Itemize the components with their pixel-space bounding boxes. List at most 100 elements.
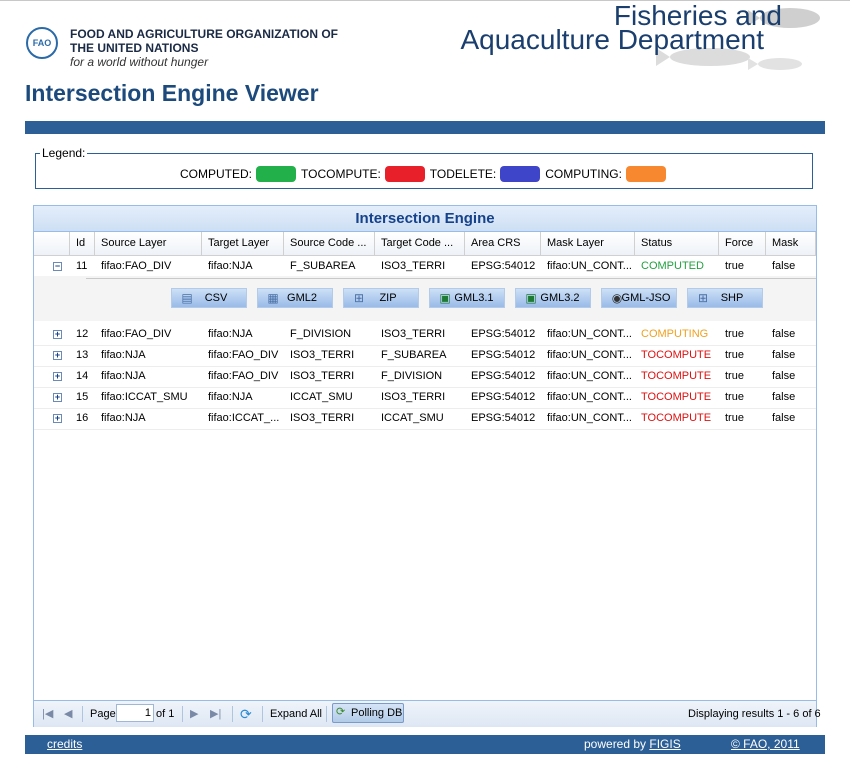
legend-label: COMPUTING: [545, 167, 622, 181]
column-header[interactable]: Status [635, 232, 719, 255]
intersection-engine-panel: Intersection Engine Id Source Layer Target… [33, 205, 821, 727]
cell-tcode: ISO3_TERRI [381, 328, 446, 340]
fao-logo: FAO [26, 27, 58, 59]
cell-tcode: ICCAT_SMU [381, 412, 444, 424]
collapse-row-icon[interactable]: − [53, 262, 62, 271]
toolbar-separator [326, 706, 327, 722]
expand-all-button[interactable]: Expand All [270, 706, 322, 722]
cell-mask: false [772, 391, 796, 403]
legend-swatch [256, 166, 296, 182]
prev-page-icon[interactable]: ◀ [64, 706, 72, 722]
column-header[interactable]: Source Code ... [284, 232, 375, 255]
table-row[interactable]: +15 fifao:ICCAT_SMU fifao:NJA ICCAT_SMU ISO3… [34, 387, 816, 409]
cell-crs: EPSG:54012 [471, 370, 536, 382]
expand-row-icon[interactable]: + [53, 351, 62, 360]
cell-source: fifao:FAO_DIV [101, 328, 172, 340]
legend-items: COMPUTED: TOCOMPUTE: TODELETE: COMPUTING: [180, 166, 671, 182]
download-gml3-2-button[interactable]: ▣ GML3.2 [515, 288, 591, 308]
next-page-icon[interactable]: ▶ [190, 706, 198, 722]
table-row[interactable]: +16 fifao:NJA fifao:ICCAT_... ISO3_TERRI ICC… [34, 408, 816, 430]
column-header[interactable]: Mask Layer [541, 232, 635, 255]
cell-target: fifao:NJA [208, 260, 253, 272]
download-label: CSV [204, 292, 228, 304]
polling-icon: ⟳ [336, 706, 346, 718]
download-label: GML3.1 [454, 292, 494, 304]
column-header[interactable]: Source Layer [95, 232, 202, 255]
cell-force: true [725, 370, 744, 382]
paging-toolbar: |◀ ◀ Page of 1 ▶ ▶| ⟳ Expand All ⟳ Polli… [34, 700, 821, 727]
download-zip-button[interactable]: ⊞ ZIP [343, 288, 419, 308]
cell-mask: false [772, 349, 796, 361]
org-tagline: for a world without hunger [70, 55, 209, 69]
row-expander-downloads: ▤ CSV ▦ GML2 ⊞ ZIP ▣ GML3.1 ▣ GML3.2 ◉ GML-JSO ⊞ SHP [34, 276, 816, 321]
table-row[interactable]: +14 fifao:NJA fifao:FAO_DIV ISO3_TERRI F_DIV… [34, 366, 816, 388]
legend-box: Legend: COMPUTED: TOCOMPUTE: TODELETE: COMP… [35, 146, 813, 189]
displaying-results: Displaying results 1 - 6 of 6 [688, 708, 821, 720]
legend-item: TODELETE: [430, 166, 541, 182]
table-row[interactable]: +12 fifao:FAO_DIV fifao:NJA F_DIVISION ISO3_… [34, 324, 816, 346]
cell-tcode: F_SUBAREA [381, 349, 447, 361]
cell-target: fifao:NJA [208, 328, 253, 340]
credits-link[interactable]: credits [47, 735, 82, 754]
copyright-link[interactable]: © FAO, 2011 [731, 735, 800, 754]
column-header[interactable]: Target Code ... [375, 232, 465, 255]
cell-crs: EPSG:54012 [471, 328, 536, 340]
expand-row-icon[interactable]: + [53, 372, 62, 381]
cell-status: TOCOMPUTE [641, 391, 712, 403]
cell-source: fifao:FAO_DIV [101, 260, 172, 272]
cell-mask: false [772, 370, 796, 382]
download-label: GML2 [287, 292, 317, 304]
cell-scode: ISO3_TERRI [290, 349, 355, 361]
table-row[interactable]: +13 fifao:NJA fifao:FAO_DIV ISO3_TERRI F_SUB… [34, 345, 816, 367]
legend-swatch [500, 166, 541, 182]
legend-title: Legend: [40, 146, 88, 160]
expand-row-icon[interactable]: + [53, 414, 62, 423]
download-csv-button[interactable]: ▤ CSV [171, 288, 247, 308]
expand-row-icon[interactable]: + [53, 330, 62, 339]
cell-mask: false [772, 412, 796, 424]
column-header[interactable]: Area CRS [465, 232, 541, 255]
polling-label: Polling DB [351, 707, 403, 719]
org-name: FOOD AND AGRICULTURE ORGANIZATION OF THE… [70, 27, 338, 55]
cell-force: true [725, 391, 744, 403]
toolbar-separator [232, 706, 233, 722]
column-header[interactable]: Target Layer [202, 232, 284, 255]
page-number-input[interactable] [116, 704, 154, 722]
download-gml2-button[interactable]: ▦ GML2 [257, 288, 333, 308]
download-label: GML-JSO [621, 292, 671, 304]
download-shp-button[interactable]: ⊞ SHP [687, 288, 763, 308]
cell-id: 11 [76, 260, 88, 272]
footer-bar: credits powered by FIGIS © FAO, 2011 [25, 735, 825, 754]
cell-status: TOCOMPUTE [641, 349, 712, 361]
header-divider-bar [25, 121, 825, 134]
cell-scode: ICCAT_SMU [290, 391, 353, 403]
cell-source: fifao:ICCAT_SMU [101, 391, 188, 403]
download-label: GML3.2 [540, 292, 580, 304]
legend-item: COMPUTED: [180, 166, 296, 182]
page-count-label: of 1 [156, 708, 175, 720]
figis-link[interactable]: FIGIS [649, 737, 680, 751]
cell-id: 15 [76, 391, 89, 403]
legend-label: TOCOMPUTE: [301, 167, 381, 181]
last-page-icon[interactable]: ▶| [210, 706, 221, 722]
download-label: ZIP [379, 292, 397, 304]
column-header[interactable]: Mask [766, 232, 816, 255]
cell-status: COMPUTING [641, 328, 709, 340]
refresh-icon[interactable]: ⟳ [240, 706, 252, 722]
legend-item: COMPUTING: [545, 166, 666, 182]
toolbar-separator [82, 706, 83, 722]
column-header[interactable]: Id [70, 232, 95, 255]
expand-row-icon[interactable]: + [53, 393, 62, 402]
cell-id: 14 [76, 370, 89, 382]
polling-db-button[interactable]: ⟳ Polling DB [332, 703, 404, 723]
column-header[interactable]: Force [719, 232, 766, 255]
cell-status: COMPUTED [641, 260, 704, 272]
cell-crs: EPSG:54012 [471, 391, 536, 403]
cell-scode: ISO3_TERRI [290, 370, 355, 382]
cell-mask-layer: fifao:UN_CONT... [547, 349, 632, 361]
download-gml3-1-button[interactable]: ▣ GML3.1 [429, 288, 505, 308]
first-page-icon[interactable]: |◀ [42, 706, 53, 722]
table-row[interactable]: − 11 fifao:FAO_DIV fifao:NJA F_SUBAREA ISO3_T… [34, 256, 816, 278]
download-gml-jso-button[interactable]: ◉ GML-JSO [601, 288, 677, 308]
page-title: Intersection Engine Viewer [25, 80, 319, 106]
